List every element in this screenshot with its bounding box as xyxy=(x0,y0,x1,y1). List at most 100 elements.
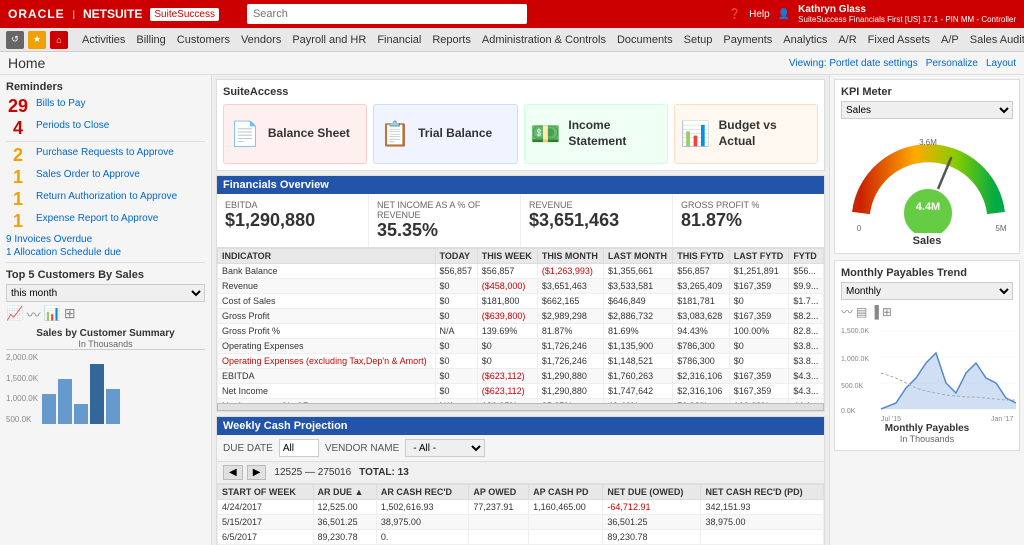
vendor-name-select[interactable]: - All - xyxy=(405,439,485,457)
table-cell: 81.87% xyxy=(537,324,603,339)
nav-billing[interactable]: Billing xyxy=(131,32,170,48)
personalize-link[interactable]: Personalize xyxy=(926,58,978,69)
trial-balance-label: Trial Balance xyxy=(418,126,492,142)
favorites-icon[interactable]: ★ xyxy=(28,31,46,49)
trend-chart-icons: 〰 ▤ ▐ ⊞ xyxy=(841,303,1013,320)
nav-documents[interactable]: Documents xyxy=(612,32,678,48)
table-cell xyxy=(469,515,529,530)
nav-financial[interactable]: Financial xyxy=(372,32,426,48)
card-income-statement[interactable]: 💵 Income Statement xyxy=(524,104,668,164)
table-icon[interactable]: ⊞ xyxy=(64,305,76,325)
next-btn[interactable]: ▶ xyxy=(247,465,267,480)
nav-setup[interactable]: Setup xyxy=(679,32,718,48)
table-cell xyxy=(529,515,603,530)
reminder-text-6[interactable]: Expense Report to Approve xyxy=(36,212,158,225)
nav-customers[interactable]: Customers xyxy=(172,32,235,48)
reminder-text-3[interactable]: Purchase Requests to Approve xyxy=(36,146,174,159)
top5-title: Top 5 Customers By Sales xyxy=(6,269,205,281)
gauge-label: Sales xyxy=(841,235,1013,247)
nav-payments[interactable]: Payments xyxy=(718,32,777,48)
nav-vendors[interactable]: Vendors xyxy=(236,32,286,48)
table-cell: ($623,112) xyxy=(477,369,537,384)
table-row: 5/15/201736,501.2538,975.0036,501.2538,9… xyxy=(218,515,824,530)
card-budget-vs-actual[interactable]: 📊 Budget vs Actual xyxy=(674,104,818,164)
back-icon[interactable]: ↺ xyxy=(6,31,24,49)
reminders-title: Reminders xyxy=(6,81,205,93)
financials-panel: Financials Overview EBITDA $1,290,880 Ne… xyxy=(216,175,825,412)
table-row: Gross Profit$0($639,800)$2,989,298$2,886… xyxy=(218,309,824,324)
nav-reports[interactable]: Reports xyxy=(427,32,476,48)
table-cell: $0 xyxy=(435,294,477,309)
table-cell: $0 xyxy=(435,354,477,369)
table-cell: 89,230.78 xyxy=(603,530,701,545)
suite-success-badge: SuiteSuccess xyxy=(150,8,219,21)
weekly-table-header: START OF WEEK AR DUE ▲ AR CASH REC'D AP … xyxy=(218,485,824,500)
nav-sales-audit[interactable]: Sales Audit xyxy=(965,32,1024,48)
table-cell: $181,781 xyxy=(673,294,730,309)
reminder-count-3: 2 xyxy=(6,146,30,164)
reminder-divider-1 xyxy=(6,141,205,142)
table-cell: Operating Expenses xyxy=(218,339,436,354)
reminder-text-2[interactable]: Periods to Close xyxy=(36,119,109,132)
table-cell: 5/15/2017 xyxy=(218,515,314,530)
balance-sheet-icon: 📄 xyxy=(230,120,260,149)
table-cell: $56,857 xyxy=(435,264,477,279)
card-trial-balance[interactable]: 📋 Trial Balance xyxy=(373,104,517,164)
bar-chart-icon[interactable]: 📊 xyxy=(43,305,60,325)
oracle-logo: ORACLE xyxy=(8,7,65,21)
nav-ap[interactable]: A/P xyxy=(936,32,964,48)
trend-area-icon[interactable]: ▤ xyxy=(856,305,867,319)
reminder-text-4[interactable]: Sales Order to Approve xyxy=(36,168,140,181)
table-cell: EBITDA xyxy=(218,369,436,384)
prev-btn[interactable]: ◀ xyxy=(223,465,243,480)
reminder-text-1[interactable]: Bills to Pay xyxy=(36,97,85,110)
user-info: Kathryn Glass SuiteSuccess Financials Fi… xyxy=(798,4,1016,24)
trend-line-icon[interactable]: 〰 xyxy=(841,303,853,320)
card-balance-sheet[interactable]: 📄 Balance Sheet xyxy=(223,104,367,164)
table-cell: $1,726,246 xyxy=(537,354,603,369)
reminder-5: 1 Return Authorization to Approve xyxy=(6,190,205,208)
trend-bar-icon[interactable]: ▐ xyxy=(870,305,879,319)
nav-row: ◀ ▶ 12525 — 275016 TOTAL: 13 xyxy=(217,462,824,484)
table-cell: 100.00% xyxy=(729,324,789,339)
nav-ar[interactable]: A/R xyxy=(833,32,861,48)
search-input[interactable] xyxy=(247,4,527,24)
table-cell: $0 xyxy=(729,339,789,354)
invoices-overdue[interactable]: 9 Invoices Overdue xyxy=(6,234,205,245)
col-last-fytd: LAST FYTD xyxy=(729,249,789,264)
table-cell: $1,760,263 xyxy=(604,369,673,384)
layout-link[interactable]: Layout xyxy=(986,58,1016,69)
gauge-svg: 4.4M 0 3.6M 5M xyxy=(841,123,1016,233)
table-row: 6/5/201789,230.780.89,230.78 xyxy=(218,530,824,545)
table-cell: $0 xyxy=(729,294,789,309)
nav-payroll[interactable]: Payroll and HR xyxy=(287,32,371,48)
horizontal-scrollbar[interactable] xyxy=(217,403,824,411)
kpi-gross-profit-label: Gross Profit % xyxy=(681,200,816,210)
table-cell: 38,975.00 xyxy=(376,515,468,530)
nav-activities[interactable]: Activities xyxy=(77,32,130,48)
col-fytd: FYTD xyxy=(789,249,824,264)
area-chart-icon[interactable]: 〰 xyxy=(26,305,40,325)
home-icon[interactable]: ⌂ xyxy=(50,31,68,49)
monthly-payables-dropdown[interactable]: Monthly xyxy=(841,282,1013,300)
table-cell: $1,148,521 xyxy=(604,354,673,369)
sidebar: Reminders 29 Bills to Pay 4 Periods to C… xyxy=(0,75,212,545)
table-cell: $0 xyxy=(435,279,477,294)
line-chart-icon[interactable]: 📈 xyxy=(6,305,23,325)
table-cell: $56... xyxy=(789,264,824,279)
suite-access-panel: SuiteAccess 📄 Balance Sheet 📋 Trial Bala… xyxy=(216,79,825,171)
nav-admin[interactable]: Administration & Controls xyxy=(477,32,611,48)
trend-table-icon[interactable]: ⊞ xyxy=(882,305,892,319)
kpi-net-income-pct-value: 35.35% xyxy=(377,220,512,241)
bar-3 xyxy=(74,404,88,424)
period-dropdown[interactable]: this month xyxy=(6,284,205,302)
nav-analytics[interactable]: Analytics xyxy=(778,32,832,48)
nav-fixed-assets[interactable]: Fixed Assets xyxy=(863,32,935,48)
kpi-meter-dropdown[interactable]: Sales xyxy=(841,101,1013,119)
table-cell: 12,525.00 xyxy=(313,500,376,515)
allocation-schedule[interactable]: 1 Allocation Schedule due xyxy=(6,247,205,258)
reminder-text-5[interactable]: Return Authorization to Approve xyxy=(36,190,177,203)
due-date-input[interactable] xyxy=(279,439,319,457)
wcol-week: START OF WEEK xyxy=(218,485,314,500)
table-cell: 342,151.93 xyxy=(701,500,824,515)
